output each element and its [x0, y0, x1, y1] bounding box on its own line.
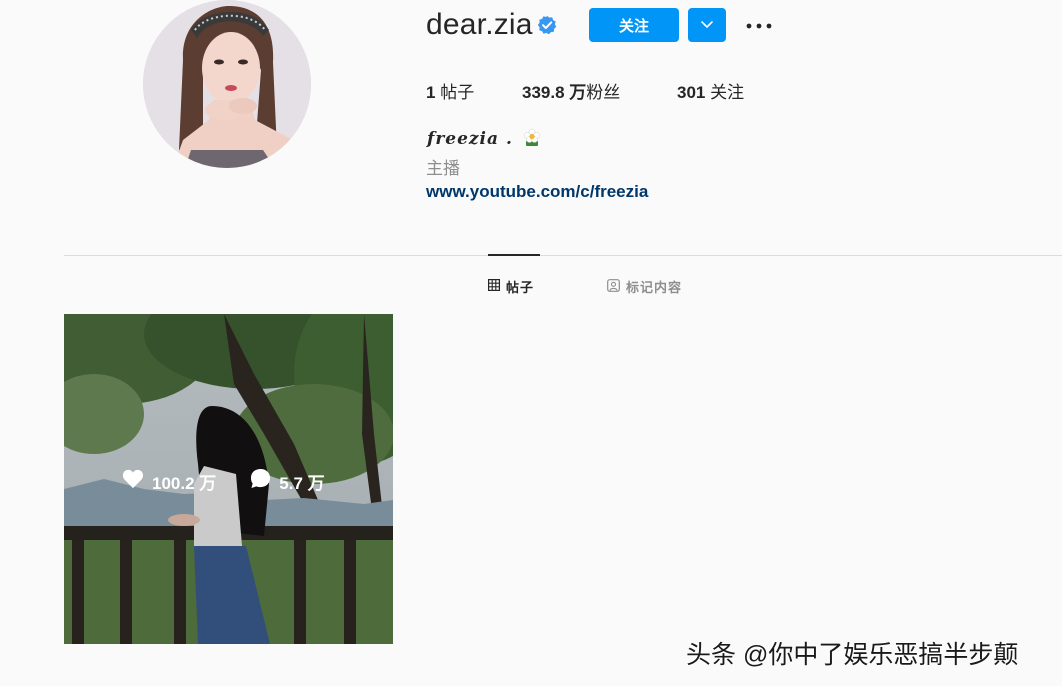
more-horizontal-icon — [746, 16, 772, 34]
more-options-button[interactable] — [744, 12, 774, 38]
profile-username: dear.zia — [426, 8, 533, 41]
tab-tagged-label: 标记内容 — [626, 280, 683, 295]
tab-tagged[interactable]: 标记内容 — [607, 277, 682, 296]
tabs-divider — [64, 255, 1062, 256]
posts-stat: 1 帖子 — [426, 78, 474, 103]
post-likes-count: 100.2 万 — [152, 473, 217, 493]
verified-badge-icon — [537, 15, 557, 35]
follow-button[interactable]: 关注 — [589, 8, 679, 42]
post-thumbnail[interactable]: 100.2 万 5.7 万 — [64, 314, 393, 644]
chevron-down-icon — [700, 16, 714, 34]
tagged-icon — [607, 278, 620, 295]
post-stats-overlay: 100.2 万 5.7 万 — [122, 468, 325, 494]
suggested-dropdown-button[interactable] — [688, 8, 726, 42]
followers-stat[interactable]: 339.8 万粉丝 — [522, 78, 620, 103]
avatar-image — [143, 0, 311, 168]
followers-count: 339.8 万 — [522, 83, 587, 102]
flower-emoji-icon — [522, 127, 542, 152]
heart-icon — [122, 469, 144, 494]
posts-label: 帖子 — [440, 83, 475, 102]
grid-icon — [488, 279, 501, 294]
profile-website-link[interactable]: www.youtube.com/c/freezia — [426, 182, 648, 202]
post-likes: 100.2 万 — [122, 469, 216, 494]
following-count: 301 — [677, 83, 706, 102]
full-name-text: 𝒇𝒓𝒆𝒆𝒛𝒊𝒂 . — [427, 129, 513, 149]
source-watermark: 头条 @你中了娱乐恶搞半步颠 — [686, 641, 1019, 669]
tab-posts[interactable]: 帖子 — [488, 277, 534, 296]
profile-full-name: 𝒇𝒓𝒆𝒆𝒛𝒊𝒂 . — [427, 127, 542, 152]
following-label: 关注 — [710, 83, 745, 102]
profile-avatar[interactable] — [143, 0, 311, 168]
profile-page: dear.zia 关注 1 帖子 339.8 万粉丝 301 关注 𝒇𝒓𝒆𝒆𝒛𝒊… — [0, 0, 1062, 686]
posts-count: 1 — [426, 83, 436, 102]
comment-bubble-icon — [250, 468, 271, 494]
post-comments: 5.7 万 — [250, 468, 325, 494]
post-comments-count: 5.7 万 — [279, 473, 325, 493]
followers-label: 粉丝 — [586, 83, 621, 102]
tab-posts-label: 帖子 — [506, 280, 535, 295]
active-tab-indicator — [488, 254, 540, 256]
profile-category: 主播 — [426, 159, 460, 178]
following-stat[interactable]: 301 关注 — [677, 78, 744, 103]
